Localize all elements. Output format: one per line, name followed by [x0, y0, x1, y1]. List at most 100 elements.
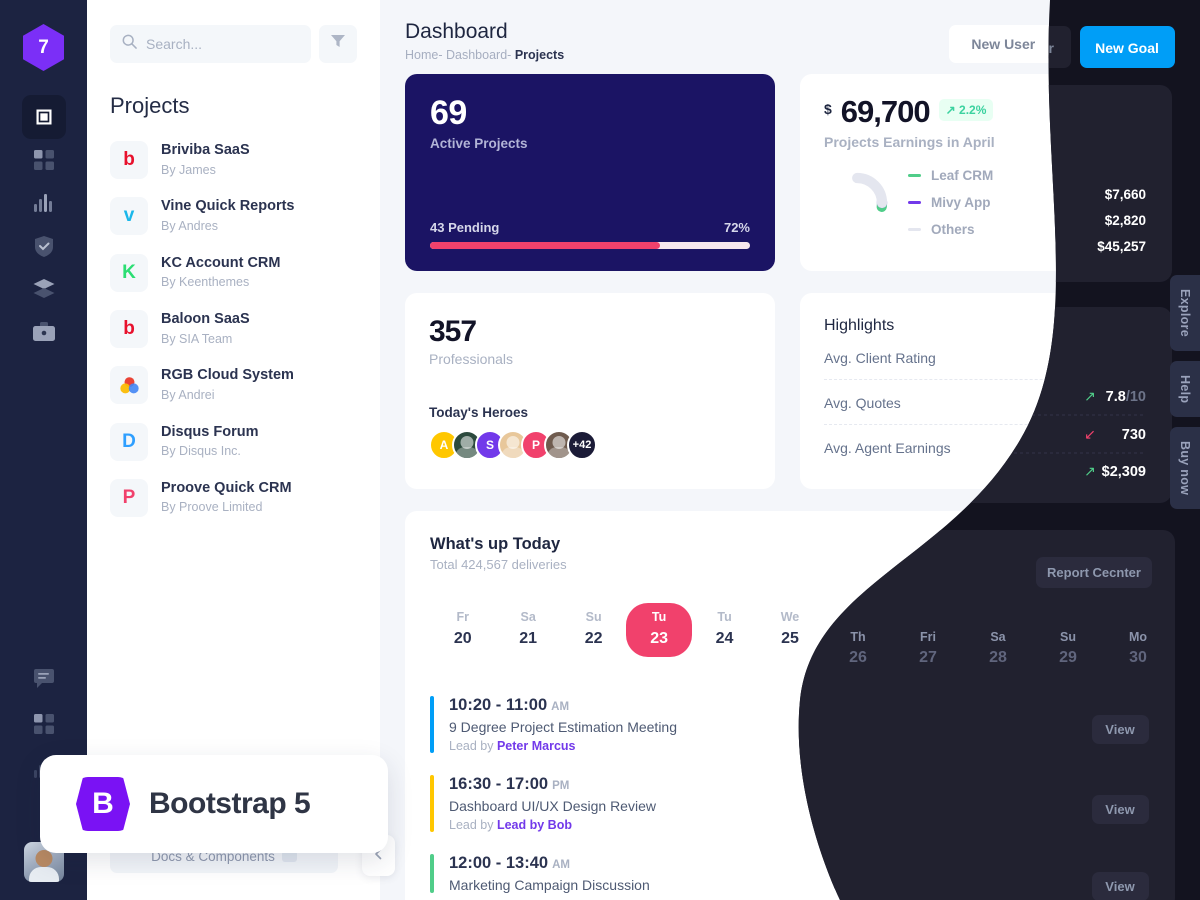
- grid-icon[interactable]: [22, 702, 66, 746]
- disqus-icon: D: [110, 422, 148, 461]
- cube-icon[interactable]: [21, 94, 66, 139]
- day-cell[interactable]: Su 29: [1019, 603, 1084, 657]
- chat-icon[interactable]: [22, 657, 66, 701]
- buy-now-tab[interactable]: Buy now: [1170, 427, 1200, 510]
- list-item[interactable]: b Baloon SaaS By SIA Team: [87, 301, 380, 357]
- highlights-title: Highlights: [824, 317, 895, 334]
- main-content: Dashboard Home- Dashboard- Projects New …: [380, 0, 1200, 900]
- view-button[interactable]: View: [1079, 786, 1150, 821]
- legend-item: Mivy App $2,820: [908, 195, 1148, 210]
- list-item[interactable]: K KC Account CRM By Keenthemes: [87, 245, 380, 301]
- rail-top-items: [21, 94, 66, 353]
- sidebar-item-layers[interactable]: [22, 267, 66, 310]
- filter-button[interactable]: [319, 25, 357, 63]
- list-item[interactable]: D Disqus Forum By Disqus Inc.: [87, 414, 380, 470]
- beats-icon: b: [110, 310, 148, 349]
- donut-chart: [826, 172, 888, 233]
- search-input[interactable]: Search...: [110, 25, 311, 63]
- day-strip: Fr 20 Sa 21 Su 22 Tu 23 Tu 24 We 25 Th 26 Fri 27 Sa 28 Su 2…: [430, 603, 1150, 657]
- chart-legend: Leaf CRM $7,660 Mivy App $2,820 Others $45,25…: [908, 168, 1148, 237]
- avatar-initial[interactable]: +42: [567, 430, 597, 460]
- highlight-number: $2,309: [1103, 439, 1148, 456]
- earnings-header: $ 69,700 ↗ 2.2%: [824, 96, 1148, 127]
- day-number: 20: [453, 630, 472, 647]
- breadcrumb-current: Projects: [514, 48, 565, 62]
- sidebar-item-widgets[interactable]: [22, 701, 66, 746]
- day-cell[interactable]: Mo 30: [1085, 603, 1150, 657]
- sidebar-item-statistics[interactable]: [22, 181, 66, 224]
- day-number: 23: [650, 630, 668, 647]
- day-number: 28: [977, 630, 996, 647]
- list-item[interactable]: v Vine Quick Reports By Andres: [87, 188, 380, 244]
- day-of-week: Sa: [520, 610, 536, 624]
- day-cell[interactable]: We 25: [757, 603, 822, 657]
- event-lead: Lead by Peter Marcus: [449, 739, 1079, 753]
- kickstarter-icon: K: [110, 253, 148, 292]
- new-user-button[interactable]: New User: [949, 25, 1058, 63]
- legend-label: Mivy App: [931, 195, 991, 210]
- project-name: KC Account CRM: [161, 254, 281, 271]
- day-cell[interactable]: Th 26: [823, 603, 888, 657]
- list-item[interactable]: 16:30 - 17:00 PM Dashboard UI/UX Design R…: [430, 764, 1150, 843]
- new-goal-button[interactable]: New Goal: [1067, 25, 1175, 63]
- list-item[interactable]: 12:00 - 13:40 AM Marketing Campaign Discu…: [430, 843, 1150, 900]
- legend-item: Leaf CRM $7,660: [908, 168, 1148, 183]
- sidebar-item-security[interactable]: [22, 224, 66, 267]
- bootstrap-mark-letter: B: [92, 787, 114, 820]
- project-name: Briviba SaaS: [161, 142, 250, 158]
- list-item[interactable]: RGB Cloud System By Andrei: [87, 357, 380, 413]
- search-placeholder: Search...: [146, 36, 203, 52]
- bootstrap-logo-icon: B: [76, 777, 130, 831]
- table-row: Avg. Agent Earnings ↗ $2,309: [824, 424, 1148, 469]
- event-lead-prefix: Lead by: [449, 739, 497, 753]
- google-drive-icon: [110, 366, 148, 405]
- project-author: By Disqus Inc.: [161, 444, 241, 459]
- day-cell[interactable]: Tu 24: [692, 603, 757, 657]
- sidebar-item-apps[interactable]: [22, 138, 66, 181]
- event-name: 9 Degree Project Estimation Meeting: [449, 719, 677, 735]
- event-lead-prefix: Lead by: [449, 818, 497, 832]
- project-author: By Keenthemes: [161, 275, 250, 290]
- explore-tab[interactable]: Explore: [1170, 275, 1200, 351]
- breadcrumb-home[interactable]: Home-: [405, 48, 443, 62]
- briefcase-icon[interactable]: [22, 310, 66, 354]
- bootstrap-badge: B Bootstrap 5: [40, 755, 388, 853]
- view-button[interactable]: View: [1079, 707, 1150, 742]
- day-of-week: Sa: [978, 610, 994, 624]
- day-cell[interactable]: Fr 20: [430, 603, 495, 657]
- event-color-bar: [430, 775, 434, 832]
- list-item[interactable]: 10:20 - 11:00 AM 9 Degree Project Estimat…: [430, 685, 1150, 764]
- professionals-label: Professionals: [429, 351, 514, 367]
- day-cell[interactable]: Tu 23: [626, 603, 692, 657]
- project-author: By Andres: [161, 218, 218, 233]
- event-lead-name[interactable]: Peter Marcus: [497, 739, 576, 753]
- highlight-number: 730: [1123, 394, 1148, 411]
- sidebar-item-dashboard[interactable]: [21, 94, 66, 139]
- highlight-number: 7.8: [1100, 349, 1121, 366]
- sidebar-item-messages[interactable]: [22, 656, 66, 701]
- breadcrumb-dashboard[interactable]: Dashboard-: [446, 48, 511, 62]
- day-cell[interactable]: Su 22: [561, 603, 626, 657]
- list-item[interactable]: P Proove Quick CRM By Proove Limited: [87, 470, 380, 526]
- donut-segment-2: [826, 172, 888, 233]
- shield-check-icon[interactable]: [22, 224, 66, 268]
- help-tab[interactable]: Help: [1170, 360, 1200, 418]
- sidebar-item-projects[interactable]: [22, 310, 66, 353]
- report-center-button[interactable]: Report Cecnter: [1020, 541, 1150, 576]
- avatar-group[interactable]: A S P +42: [429, 430, 751, 460]
- event-ampm: AM: [551, 701, 570, 713]
- bar-chart-icon[interactable]: [22, 181, 66, 225]
- list-item[interactable]: b Briviba SaaS By James: [87, 132, 380, 188]
- app-logo[interactable]: 7: [23, 24, 64, 71]
- layers-icon[interactable]: [22, 267, 66, 311]
- day-cell[interactable]: Sa 21: [495, 603, 560, 657]
- event-ampm: PM: [552, 780, 570, 792]
- view-button[interactable]: View: [1079, 856, 1150, 891]
- event-lead-name[interactable]: Lead by Bob: [497, 818, 572, 832]
- day-cell[interactable]: Fri 27: [888, 603, 953, 657]
- status-badge: ↗ 2.2%: [938, 99, 994, 121]
- event-time: 10:20 - 11:00: [449, 696, 548, 714]
- cards-column-right: $ 69,700 ↗ 2.2% Projects Earnings in Apr…: [800, 74, 1172, 489]
- day-cell[interactable]: Sa 28: [954, 603, 1019, 657]
- grid-icon[interactable]: [22, 138, 66, 182]
